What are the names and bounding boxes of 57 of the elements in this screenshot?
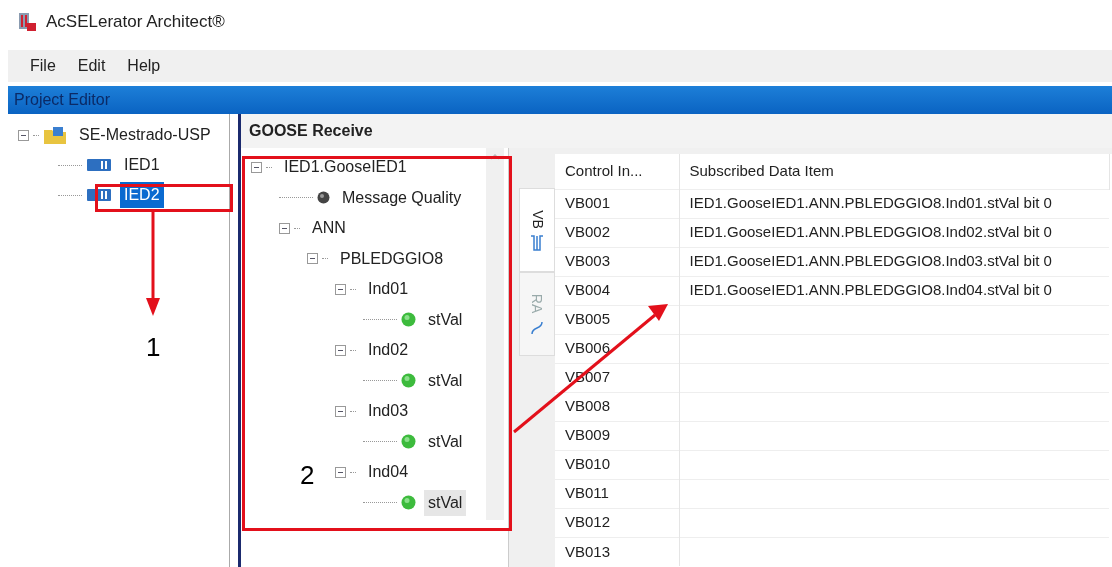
collapse-icon[interactable] <box>251 161 262 173</box>
table-cell: VB008 <box>555 392 679 421</box>
tree-item[interactable]: IED1 <box>120 152 164 178</box>
tree-item[interactable]: IED1.GooseIED1 <box>280 154 411 181</box>
column-header[interactable]: Control In... <box>555 154 679 189</box>
table-cell: VB013 <box>555 537 679 566</box>
table-cell: VB012 <box>555 508 679 537</box>
tree-item[interactable]: Ind01 <box>364 276 413 303</box>
annotation-number: 2 <box>300 459 315 492</box>
device-icon <box>86 158 112 172</box>
app-logo-icon <box>16 11 38 33</box>
tree-item[interactable]: stVal <box>424 306 467 333</box>
menu-item[interactable]: File <box>30 54 56 78</box>
collapse-icon[interactable] <box>335 405 346 417</box>
tree-item[interactable]: Ind04 <box>364 459 413 486</box>
status-dot-icon <box>401 373 416 389</box>
pulse-icon <box>530 233 544 252</box>
section-title: GOOSE Receive <box>241 114 1112 148</box>
table-cell: VB001 <box>555 189 679 218</box>
scrollbar[interactable] <box>486 148 504 520</box>
collapse-icon[interactable] <box>335 283 346 295</box>
table-cell: IED1.GooseIED1.ANN.PBLEDGGIO8.Ind01.stVal bit 0 <box>679 189 1109 218</box>
annotation-number: 1 <box>146 331 161 364</box>
table-cell: IED1.GooseIED1.ANN.PBLEDGGIO8.Ind03.stVal bit 0 <box>679 247 1109 276</box>
table-cell: VB006 <box>555 334 679 363</box>
folder-icon <box>43 125 67 145</box>
collapse-icon[interactable] <box>335 466 346 478</box>
table-cell: VB009 <box>555 421 679 450</box>
tree-item[interactable]: Ind02 <box>364 337 413 364</box>
side-tab[interactable]: VB <box>519 188 555 272</box>
collapse-icon[interactable] <box>307 253 318 265</box>
tree-item[interactable]: stVal <box>424 489 467 516</box>
table-cell: IED1.GooseIED1.ANN.PBLEDGGIO8.Ind04.stVal bit 0 <box>679 276 1109 305</box>
menu-item[interactable]: Edit <box>77 54 106 78</box>
tree-item[interactable]: Ind03 <box>364 398 413 425</box>
collapse-icon[interactable] <box>279 222 290 234</box>
table-cell: VB002 <box>555 218 679 247</box>
status-dot-icon <box>401 495 416 511</box>
tree-item[interactable]: PBLEDGGIO8 <box>336 245 448 272</box>
column-header[interactable]: Subscribed Data Item <box>679 154 1109 189</box>
collapse-icon[interactable] <box>335 344 346 356</box>
status-dot-icon <box>401 434 416 450</box>
window-title: AcSELerator Architect® <box>46 11 225 34</box>
status-dot-icon <box>401 312 416 328</box>
panel-title: Project Editor <box>8 86 1112 114</box>
collapse-icon[interactable] <box>18 129 29 141</box>
tree-item[interactable]: ANN <box>308 215 350 242</box>
table-cell: VB011 <box>555 479 679 508</box>
table-cell: IED1.GooseIED1.ANN.PBLEDGGIO8.Ind02.stVal bit 0 <box>679 218 1109 247</box>
tree-item[interactable]: Message Quality <box>338 184 466 211</box>
dot-icon <box>317 191 330 205</box>
table-cell: VB010 <box>555 450 679 479</box>
tree-item[interactable]: SE-Mestrado-USP <box>75 122 215 148</box>
menu-item[interactable]: Help <box>127 54 161 78</box>
table-cell: VB003 <box>555 247 679 276</box>
tree-item[interactable]: stVal <box>424 428 467 455</box>
tree-item[interactable]: stVal <box>424 367 467 394</box>
